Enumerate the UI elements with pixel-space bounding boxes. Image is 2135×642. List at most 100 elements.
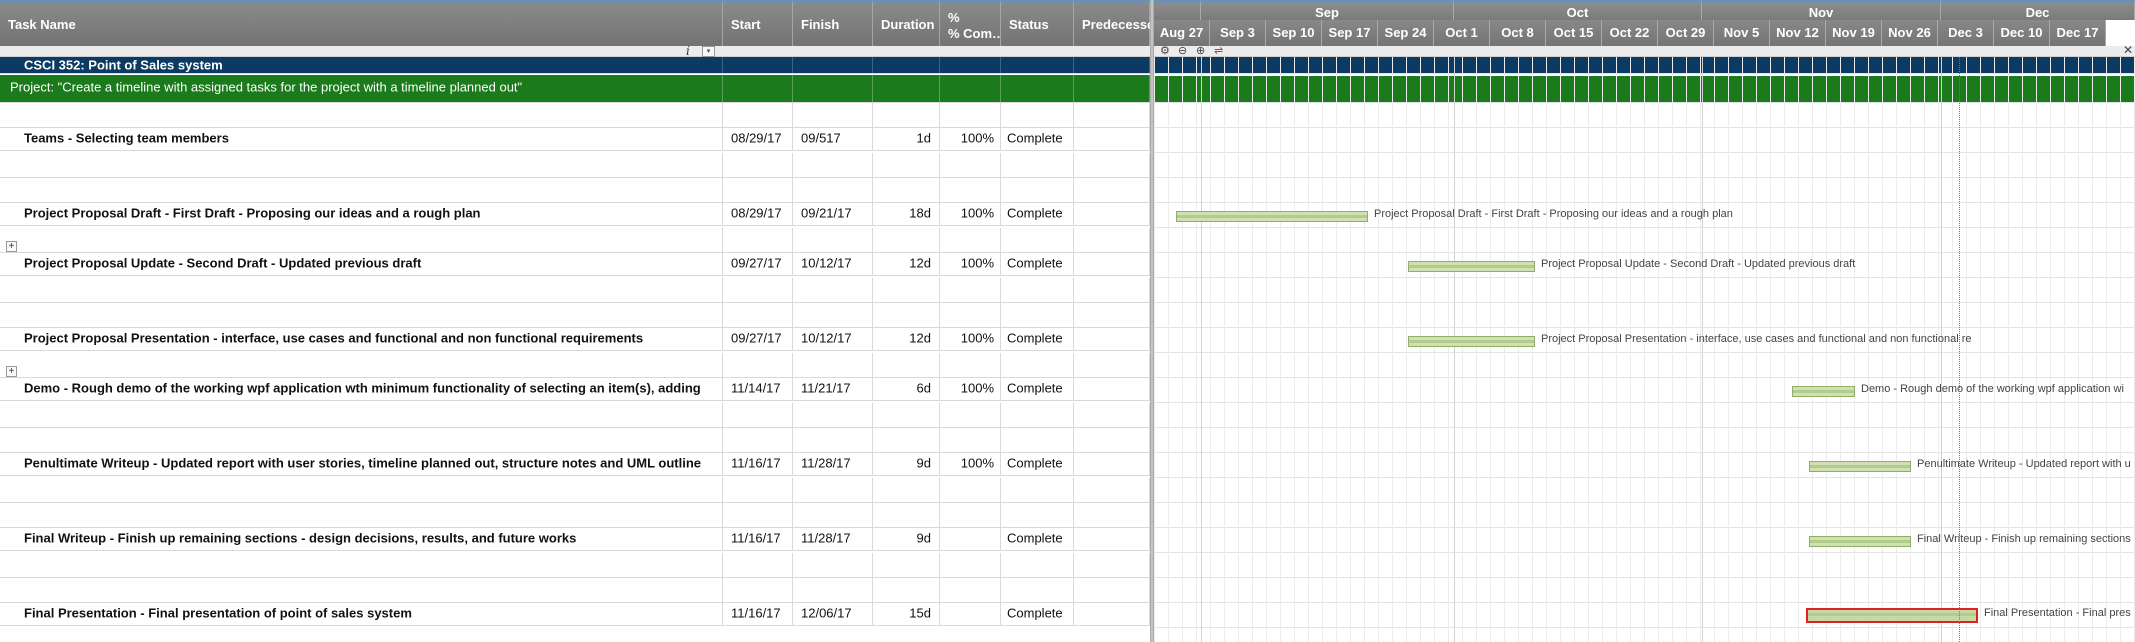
cell-duration[interactable] xyxy=(873,57,940,73)
cell-start[interactable] xyxy=(723,153,793,177)
task-row[interactable]: Project Proposal Presentation - interfac… xyxy=(0,326,1150,351)
cell-name[interactable]: Final Presentation - Final presentation … xyxy=(0,601,723,625)
cell-name[interactable]: Demo - Rough demo of the working wpf app… xyxy=(0,376,723,400)
cell-predecessors[interactable] xyxy=(1074,278,1150,302)
cell-name[interactable]: Final Writeup - Finish up remaining sect… xyxy=(0,526,723,550)
cell-predecessors[interactable] xyxy=(1074,578,1150,602)
expand-row-icon[interactable]: + xyxy=(6,241,17,252)
cell-duration[interactable]: 1d xyxy=(873,126,940,150)
column-header-predecessors[interactable]: Predecesso xyxy=(1074,0,1150,46)
cell-percent[interactable]: 100% xyxy=(940,451,1001,475)
cell-name[interactable] xyxy=(0,403,723,427)
task-row[interactable]: Final Presentation - Final presentation … xyxy=(0,601,1150,626)
cell-finish[interactable] xyxy=(793,578,873,602)
cell-predecessors[interactable] xyxy=(1074,326,1150,350)
cell-finish[interactable] xyxy=(793,553,873,577)
task-row[interactable]: Penultimate Writeup - Updated report wit… xyxy=(0,451,1150,476)
cell-start[interactable] xyxy=(723,57,793,73)
task-bar[interactable] xyxy=(1408,336,1535,347)
cell-duration[interactable]: 12d xyxy=(873,251,940,275)
cell-status[interactable]: Complete xyxy=(1001,376,1074,400)
cell-name[interactable]: Project Proposal Draft - First Draft - P… xyxy=(0,201,723,225)
cell-finish[interactable] xyxy=(793,503,873,527)
cell-finish[interactable]: 11/21/17 xyxy=(793,376,873,400)
cell-predecessors[interactable] xyxy=(1074,57,1150,73)
cell-name[interactable] xyxy=(0,428,723,452)
info-icon[interactable]: i xyxy=(686,44,690,58)
cell-status[interactable] xyxy=(1001,178,1074,202)
cell-name[interactable]: CSCI 352: Point of Sales system xyxy=(0,57,723,73)
cell-start[interactable] xyxy=(723,303,793,327)
cell-status[interactable] xyxy=(1001,478,1074,502)
cell-percent[interactable]: 100% xyxy=(940,326,1001,350)
cell-predecessors[interactable] xyxy=(1074,201,1150,225)
task-row[interactable]: Final Writeup - Finish up remaining sect… xyxy=(0,526,1150,551)
cell-duration[interactable] xyxy=(873,153,940,177)
cell-start[interactable] xyxy=(723,503,793,527)
cell-predecessors[interactable] xyxy=(1074,303,1150,327)
cell-name[interactable] xyxy=(0,353,723,377)
cell-name[interactable] xyxy=(0,153,723,177)
cell-start[interactable] xyxy=(723,103,793,127)
cell-name[interactable] xyxy=(0,553,723,577)
cell-finish[interactable] xyxy=(793,403,873,427)
close-icon[interactable]: ✕ xyxy=(2123,43,2133,57)
cell-start[interactable] xyxy=(723,178,793,202)
cell-predecessors[interactable] xyxy=(1074,251,1150,275)
cell-predecessors[interactable] xyxy=(1074,376,1150,400)
cell-finish[interactable]: 09/21/17 xyxy=(793,201,873,225)
cell-name[interactable]: Project Proposal Presentation - interfac… xyxy=(0,326,723,350)
column-header-status[interactable]: Status xyxy=(1001,0,1074,46)
cell-status[interactable]: Complete xyxy=(1001,251,1074,275)
cell-percent[interactable] xyxy=(940,578,1001,602)
cell-percent[interactable] xyxy=(940,601,1001,625)
cell-percent[interactable] xyxy=(940,403,1001,427)
cell-percent[interactable] xyxy=(940,278,1001,302)
cell-percent[interactable] xyxy=(940,553,1001,577)
cell-percent[interactable] xyxy=(940,103,1001,127)
cell-status[interactable]: Complete xyxy=(1001,526,1074,550)
cell-duration[interactable]: 9d xyxy=(873,451,940,475)
cell-finish[interactable]: 10/12/17 xyxy=(793,251,873,275)
empty-row[interactable] xyxy=(0,478,1150,503)
cell-start[interactable] xyxy=(723,75,793,102)
zoom-out-icon[interactable]: ⊖ xyxy=(1178,44,1187,57)
cell-finish[interactable] xyxy=(793,153,873,177)
cell-name[interactable]: Project Proposal Update - Second Draft -… xyxy=(0,251,723,275)
cell-finish[interactable] xyxy=(793,428,873,452)
task-bar[interactable] xyxy=(1809,536,1911,547)
cell-duration[interactable]: 15d xyxy=(873,601,940,625)
cell-status[interactable] xyxy=(1001,353,1074,377)
cell-finish[interactable]: 10/12/17 xyxy=(793,326,873,350)
column-header-task-name[interactable]: Task Name xyxy=(0,0,723,46)
cell-percent[interactable] xyxy=(940,353,1001,377)
cell-percent[interactable] xyxy=(940,428,1001,452)
cell-start[interactable]: 11/14/17 xyxy=(723,376,793,400)
cell-status[interactable] xyxy=(1001,428,1074,452)
cell-name[interactable]: Teams - Selecting team members xyxy=(0,126,723,150)
cell-finish[interactable] xyxy=(793,353,873,377)
cell-percent[interactable] xyxy=(940,178,1001,202)
cell-status[interactable]: Complete xyxy=(1001,451,1074,475)
cell-predecessors[interactable] xyxy=(1074,503,1150,527)
cell-duration[interactable] xyxy=(873,75,940,102)
cell-percent[interactable] xyxy=(940,228,1001,252)
cell-predecessors[interactable] xyxy=(1074,178,1150,202)
cell-start[interactable] xyxy=(723,353,793,377)
cell-duration[interactable] xyxy=(873,428,940,452)
empty-row[interactable] xyxy=(0,578,1150,603)
empty-row[interactable] xyxy=(0,178,1150,203)
cell-name[interactable] xyxy=(0,503,723,527)
cell-start[interactable] xyxy=(723,403,793,427)
cell-predecessors[interactable] xyxy=(1074,478,1150,502)
empty-row[interactable] xyxy=(0,303,1150,328)
cell-duration[interactable] xyxy=(873,578,940,602)
empty-row[interactable] xyxy=(0,103,1150,128)
cell-predecessors[interactable] xyxy=(1074,353,1150,377)
cell-predecessors[interactable] xyxy=(1074,103,1150,127)
cell-duration[interactable] xyxy=(873,303,940,327)
cell-name[interactable]: Project: "Create a timeline with assigne… xyxy=(0,75,723,102)
cell-duration[interactable]: 6d xyxy=(873,376,940,400)
cell-finish[interactable]: 09/517 xyxy=(793,126,873,150)
critical-path-icon[interactable]: ⇌ xyxy=(1214,44,1223,57)
